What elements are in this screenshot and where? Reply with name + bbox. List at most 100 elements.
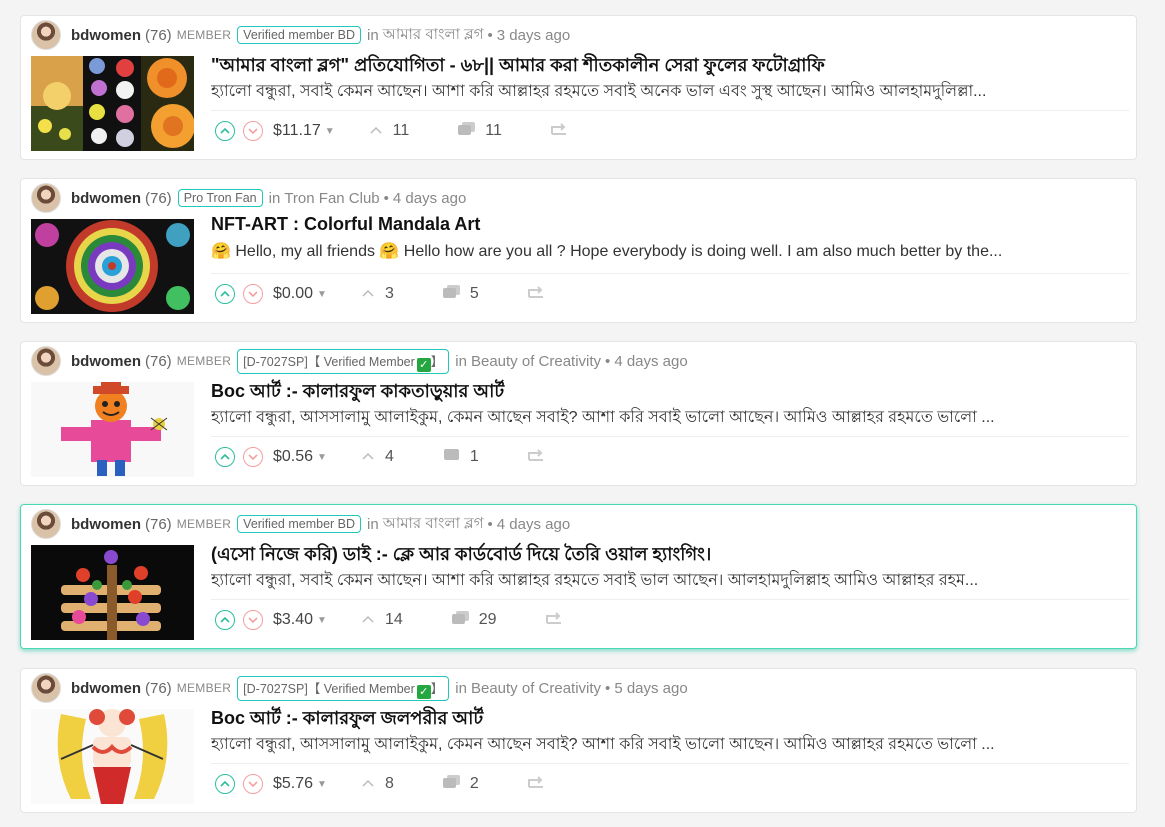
- author-name[interactable]: bdwomen: [71, 680, 141, 697]
- upvote-icon[interactable]: [215, 610, 235, 630]
- chevron-up-icon: [361, 285, 375, 303]
- avatar[interactable]: [31, 673, 61, 703]
- post-header: bdwomen (76) Pro Tron Fan in Tron Fan Cl…: [31, 183, 466, 213]
- votes-count[interactable]: 4: [385, 448, 394, 466]
- badge-text: [D-7027SP]【 Verified Member: [243, 681, 415, 696]
- downvote-icon[interactable]: [243, 447, 263, 467]
- post-thumbnail[interactable]: [31, 219, 194, 314]
- community-link[interactable]: Beauty of Creativity: [471, 680, 601, 697]
- post-thumbnail[interactable]: [31, 382, 194, 477]
- downvote-icon[interactable]: [243, 774, 263, 794]
- author-name[interactable]: bdwomen: [71, 190, 141, 207]
- community-link[interactable]: আমার বাংলা ব্লগ: [383, 23, 484, 48]
- post-thumbnail[interactable]: [31, 56, 194, 151]
- divider: [211, 599, 1129, 600]
- caret-down-icon[interactable]: ▼: [317, 615, 327, 626]
- author-name[interactable]: bdwomen: [71, 516, 141, 533]
- post-age[interactable]: 5 days ago: [614, 680, 687, 697]
- reblog-icon[interactable]: [527, 775, 545, 794]
- payout-value[interactable]: $11.17: [273, 122, 321, 140]
- post-age[interactable]: 4 days ago: [497, 516, 570, 533]
- upvote-icon[interactable]: [215, 284, 235, 304]
- post-footer: $11.17 ▼ 11 11: [215, 118, 568, 144]
- payout-value[interactable]: $0.00: [273, 285, 313, 303]
- downvote-icon[interactable]: [243, 610, 263, 630]
- community-link[interactable]: আমার বাংলা ব্লগ: [383, 512, 484, 537]
- scarecrow-art-image: [31, 382, 194, 477]
- post-header: bdwomen (76) MEMBER Verified member BD i…: [31, 509, 570, 539]
- comments-icon[interactable]: [457, 121, 477, 142]
- post-footer: $3.40 ▼ 14 29: [215, 607, 563, 633]
- post-thumbnail[interactable]: [31, 545, 194, 640]
- votes-count[interactable]: 8: [385, 775, 394, 793]
- caret-down-icon[interactable]: ▼: [325, 126, 335, 137]
- comments-icon[interactable]: [442, 447, 462, 468]
- votes-count[interactable]: 3: [385, 285, 394, 303]
- votes-count[interactable]: 14: [385, 611, 403, 629]
- post-card: bdwomen (76) MEMBER Verified member BD i…: [20, 504, 1137, 649]
- in-label: in: [268, 189, 281, 207]
- post-summary[interactable]: হ্যালো বন্ধুরা, সবাই কেমন আছেন। আশা করি …: [211, 78, 1126, 105]
- community-link[interactable]: Beauty of Creativity: [471, 353, 601, 370]
- divider: [211, 110, 1129, 111]
- comments-icon[interactable]: [442, 774, 462, 795]
- downvote-icon[interactable]: [243, 121, 263, 141]
- reblog-icon[interactable]: [527, 448, 545, 467]
- post-summary[interactable]: হ্যালো বন্ধুরা, সবাই কেমন আছেন। আশা করি …: [211, 567, 1126, 594]
- separator-dot: •: [487, 26, 493, 44]
- payout-value[interactable]: $3.40: [273, 611, 313, 629]
- post-summary[interactable]: 🤗 Hello, my all friends 🤗 Hello how are …: [211, 241, 1126, 261]
- avatar[interactable]: [31, 20, 61, 50]
- chevron-up-icon: [361, 611, 375, 629]
- author-role: MEMBER: [176, 681, 232, 695]
- badge-end: 】: [430, 354, 444, 369]
- caret-down-icon[interactable]: ▼: [317, 779, 327, 790]
- payout-value[interactable]: $5.76: [273, 775, 313, 793]
- upvote-icon[interactable]: [215, 447, 235, 467]
- votes-count[interactable]: 11: [393, 122, 410, 140]
- reblog-icon[interactable]: [527, 285, 545, 304]
- comments-icon[interactable]: [442, 284, 462, 305]
- comments-count[interactable]: 29: [479, 611, 497, 629]
- community-link[interactable]: Tron Fan Club: [284, 190, 379, 207]
- upvote-icon[interactable]: [215, 121, 235, 141]
- post-thumbnail[interactable]: [31, 709, 194, 804]
- post-age[interactable]: 3 days ago: [497, 27, 570, 44]
- upvote-icon[interactable]: [215, 774, 235, 794]
- author-badge: [D-7027SP]【 Verified Member ✓】: [237, 348, 450, 374]
- reblog-icon[interactable]: [545, 611, 563, 630]
- comments-icon[interactable]: [451, 610, 471, 631]
- separator-dot: •: [487, 515, 493, 533]
- post-footer: $5.76 ▼ 8 2: [215, 771, 545, 797]
- author-name[interactable]: bdwomen: [71, 353, 141, 370]
- payout-value[interactable]: $0.56: [273, 448, 313, 466]
- caret-down-icon[interactable]: ▼: [317, 289, 327, 300]
- post-feed: bdwomen (76) MEMBER Verified member BD i…: [0, 0, 1165, 827]
- post-summary[interactable]: হ্যালো বন্ধুরা, আসসালামু আলাইকুম, কেমন আ…: [211, 404, 1126, 431]
- post-summary[interactable]: হ্যালো বন্ধুরা, আসসালামু আলাইকুম, কেমন আ…: [211, 731, 1126, 758]
- post-header: bdwomen (76) MEMBER [D-7027SP]【 Verified…: [31, 346, 688, 376]
- avatar[interactable]: [31, 509, 61, 539]
- author-role: MEMBER: [176, 354, 232, 368]
- downvote-icon[interactable]: [243, 284, 263, 304]
- in-label: in: [367, 515, 379, 533]
- reblog-icon[interactable]: [550, 122, 568, 141]
- comments-count[interactable]: 1: [470, 448, 479, 466]
- post-card: bdwomen (76) MEMBER Verified member BD i…: [20, 15, 1137, 160]
- chevron-up-icon: [361, 448, 375, 466]
- caret-down-icon[interactable]: ▼: [317, 452, 327, 463]
- divider: [211, 763, 1129, 764]
- mandala-art-image: [31, 219, 194, 314]
- wall-hanging-image: [31, 545, 194, 640]
- author-name[interactable]: bdwomen: [71, 27, 141, 44]
- post-age[interactable]: 4 days ago: [393, 190, 466, 207]
- post-title[interactable]: NFT-ART : Colorful Mandala Art: [211, 214, 1126, 235]
- avatar[interactable]: [31, 183, 61, 213]
- separator-dot: •: [605, 679, 611, 697]
- avatar[interactable]: [31, 346, 61, 376]
- comments-count[interactable]: 2: [470, 775, 479, 793]
- comments-count[interactable]: 11: [485, 122, 502, 140]
- comments-count[interactable]: 5: [470, 285, 479, 303]
- post-age[interactable]: 4 days ago: [614, 353, 687, 370]
- author-badge: Pro Tron Fan: [177, 189, 263, 207]
